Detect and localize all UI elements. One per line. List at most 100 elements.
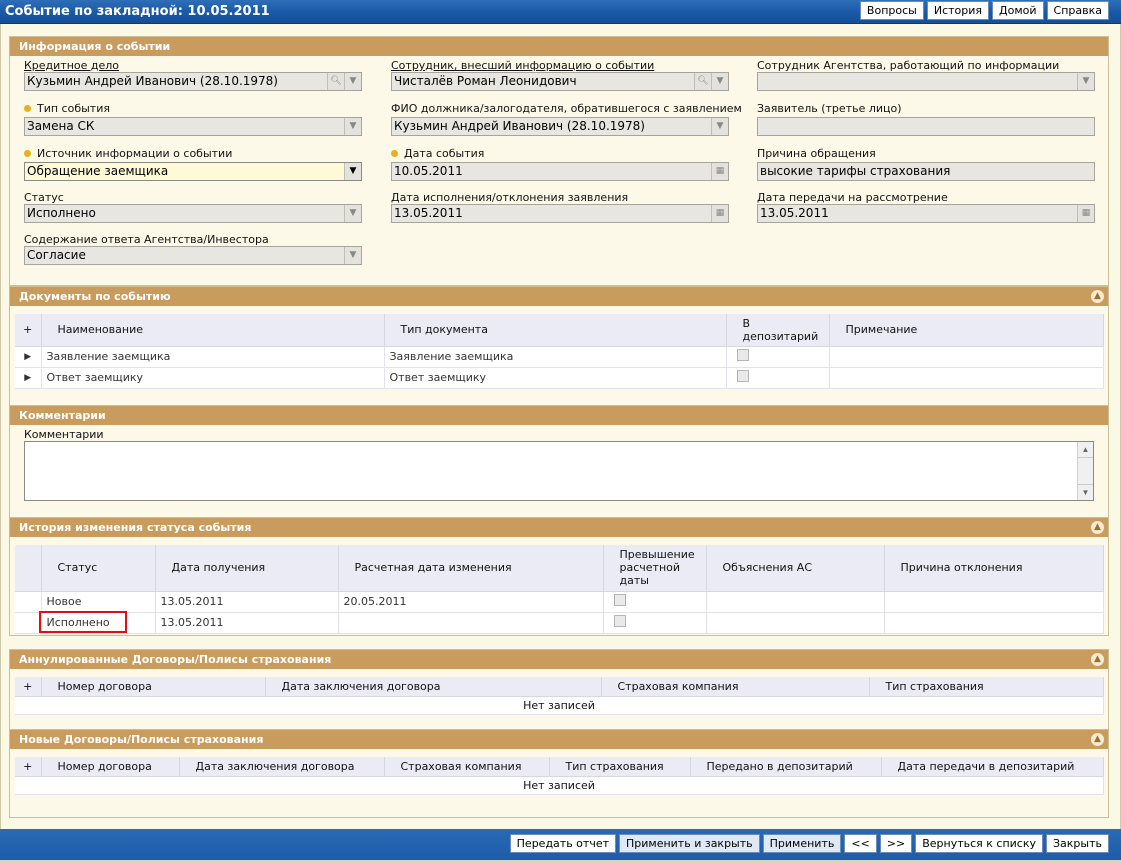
scrollbar[interactable]: ▲ ▼: [1077, 442, 1093, 500]
status-select[interactable]: Исполнено ▼: [24, 204, 362, 223]
answer-value: Согласие: [27, 248, 86, 262]
required-dot-icon: [24, 150, 31, 157]
col-contract-no: Номер договора: [41, 757, 180, 777]
back-to-list-button[interactable]: Вернуться к списку: [915, 834, 1043, 853]
annulled-table: + Номер договора Дата заключения договор…: [15, 677, 1104, 715]
credit-case-field[interactable]: Кузьмин Андрей Иванович (28.10.1978) 🔍︎ …: [24, 72, 362, 91]
top-nav: Вопросы История Домой Справка: [859, 1, 1109, 20]
col-insurer: Страховая компания: [601, 677, 870, 697]
doc-type: Заявление заемщика: [384, 346, 727, 368]
credit-case-value: Кузьмин Андрей Иванович (28.10.1978): [27, 74, 278, 88]
bottom-nav: Передать отчет Применить и закрыть Приме…: [509, 834, 1109, 853]
annulled-title: Аннулированные Договоры/Полисы страхован…: [19, 653, 332, 666]
prev-button[interactable]: <<: [844, 834, 877, 853]
add-row-icon[interactable]: +: [15, 677, 42, 697]
status-strip: [0, 860, 1121, 864]
chevron-down-icon[interactable]: ▼: [344, 73, 361, 90]
required-dot-icon: [24, 105, 31, 112]
table-row[interactable]: Исполнено 13.05.2011: [15, 610, 1104, 634]
expand-icon[interactable]: ▶: [15, 346, 42, 368]
apply-button[interactable]: Применить: [762, 834, 842, 853]
chevron-down-icon[interactable]: ▼: [711, 73, 728, 90]
calendar-icon[interactable]: ▦: [1077, 205, 1094, 222]
applicant-field[interactable]: [757, 117, 1095, 136]
credit-case-label: Кредитное дело: [24, 59, 120, 72]
questions-button[interactable]: Вопросы: [859, 1, 924, 20]
employee-label: Сотрудник, внесший информацию о событии: [391, 59, 655, 72]
agency-employee-select[interactable]: ▼: [757, 72, 1095, 91]
event-type-select[interactable]: Замена СК ▼: [24, 117, 362, 136]
expand-icon[interactable]: ▶: [15, 367, 42, 389]
history-button[interactable]: История: [926, 1, 990, 20]
status-history-title: История изменения статуса события: [19, 521, 252, 534]
transfer-date-field[interactable]: 13.05.2011 ▦: [757, 204, 1095, 223]
calendar-icon[interactable]: ▦: [711, 205, 728, 222]
event-date-label: Дата события: [391, 147, 484, 160]
doc-note: [829, 367, 1104, 389]
doc-name: Заявление заемщика: [41, 346, 385, 368]
comments-header: Комментарии: [10, 406, 1108, 425]
exec-date-value: 13.05.2011: [394, 206, 463, 220]
overdue-checkbox[interactable]: [613, 615, 626, 627]
collapse-icon[interactable]: ▲: [1091, 521, 1104, 534]
history-status: Новое: [41, 591, 156, 613]
table-row[interactable]: ▶ Заявление заемщика Заявление заемщика: [15, 346, 1104, 368]
table-row[interactable]: ▶ Ответ заемщику Ответ заемщику: [15, 367, 1104, 389]
col-doc-type: Тип документа: [384, 314, 727, 347]
chevron-down-icon[interactable]: ▼: [344, 118, 361, 135]
exec-date-field[interactable]: 13.05.2011 ▦: [391, 204, 729, 223]
overdue-checkbox[interactable]: [613, 594, 626, 606]
close-button[interactable]: Закрыть: [1046, 834, 1109, 853]
table-row[interactable]: Новое 13.05.2011 20.05.2011: [15, 591, 1104, 613]
bottom-toolbar: Передать отчет Применить и закрыть Приме…: [0, 829, 1121, 864]
chevron-down-icon[interactable]: ▼: [344, 247, 361, 264]
col-overdue: Превышение расчетной даты: [603, 545, 707, 592]
reason-value: высокие тарифы страхования: [760, 164, 951, 178]
col-contract-date: Дата заключения договора: [179, 757, 385, 777]
help-button[interactable]: Справка: [1046, 1, 1109, 20]
home-button[interactable]: Домой: [992, 1, 1044, 20]
add-row-icon[interactable]: +: [15, 314, 42, 347]
history-received: 13.05.2011: [155, 612, 339, 634]
depository-checkbox[interactable]: [736, 349, 749, 361]
chevron-down-icon[interactable]: ▼: [344, 205, 361, 222]
history-received: 13.05.2011: [155, 591, 339, 613]
chevron-down-icon[interactable]: ▼: [1077, 73, 1094, 90]
col-depository-date: Дата передачи в депозитарий: [881, 757, 1104, 777]
chevron-down-icon[interactable]: ▼: [711, 118, 728, 135]
annulled-header: Аннулированные Договоры/Полисы страхован…: [10, 650, 1108, 669]
apply-and-close-button[interactable]: Применить и закрыть: [619, 834, 760, 853]
scroll-up-icon[interactable]: ▲: [1078, 442, 1093, 458]
col-depository: Передано в депозитарий: [690, 757, 882, 777]
next-button[interactable]: >>: [879, 834, 913, 853]
debtor-select[interactable]: Кузьмин Андрей Иванович (28.10.1978) ▼: [391, 117, 729, 136]
comments-textarea[interactable]: ▲ ▼: [24, 441, 1094, 501]
send-report-button[interactable]: Передать отчет: [509, 834, 616, 853]
col-contract-date: Дата заключения договора: [265, 677, 602, 697]
chevron-down-icon[interactable]: ▼: [344, 163, 361, 180]
scroll-down-icon[interactable]: ▼: [1078, 484, 1093, 500]
doc-name: Ответ заемщику: [41, 367, 385, 389]
collapse-icon[interactable]: ▲: [1091, 653, 1104, 666]
calendar-icon[interactable]: ▦: [711, 163, 728, 180]
transfer-date-label: Дата передачи на рассмотрение: [757, 191, 948, 204]
main-panel: Информация о событии Кредитное дело Кузь…: [0, 24, 1121, 829]
event-date-field[interactable]: 10.05.2011 ▦: [391, 162, 729, 181]
add-row-icon[interactable]: +: [15, 757, 42, 777]
collapse-icon[interactable]: ▲: [1091, 290, 1104, 303]
depository-checkbox[interactable]: [736, 370, 749, 382]
col-received: Дата получения: [155, 545, 339, 592]
reason-field[interactable]: высокие тарифы страхования: [757, 162, 1095, 181]
applicant-label: Заявитель (третье лицо): [757, 102, 902, 115]
employee-field[interactable]: Чисталёв Роман Леонидович 🔍︎ ▼: [391, 72, 729, 91]
collapse-icon[interactable]: ▲: [1091, 733, 1104, 746]
search-icon[interactable]: 🔍︎: [694, 73, 711, 90]
history-status-cell: Исполнено: [38, 610, 156, 634]
empty-message: Нет записей: [15, 776, 1104, 795]
status-history-table: Статус Дата получения Расчетная дата изм…: [15, 545, 1104, 634]
source-select[interactable]: Обращение заемщика ▼: [24, 162, 362, 181]
search-icon[interactable]: 🔍︎: [327, 73, 344, 90]
answer-select[interactable]: Согласие ▼: [24, 246, 362, 265]
new-contracts-header: Новые Договоры/Полисы страхования ▲: [10, 730, 1108, 749]
col-name: Наименование: [41, 314, 385, 347]
